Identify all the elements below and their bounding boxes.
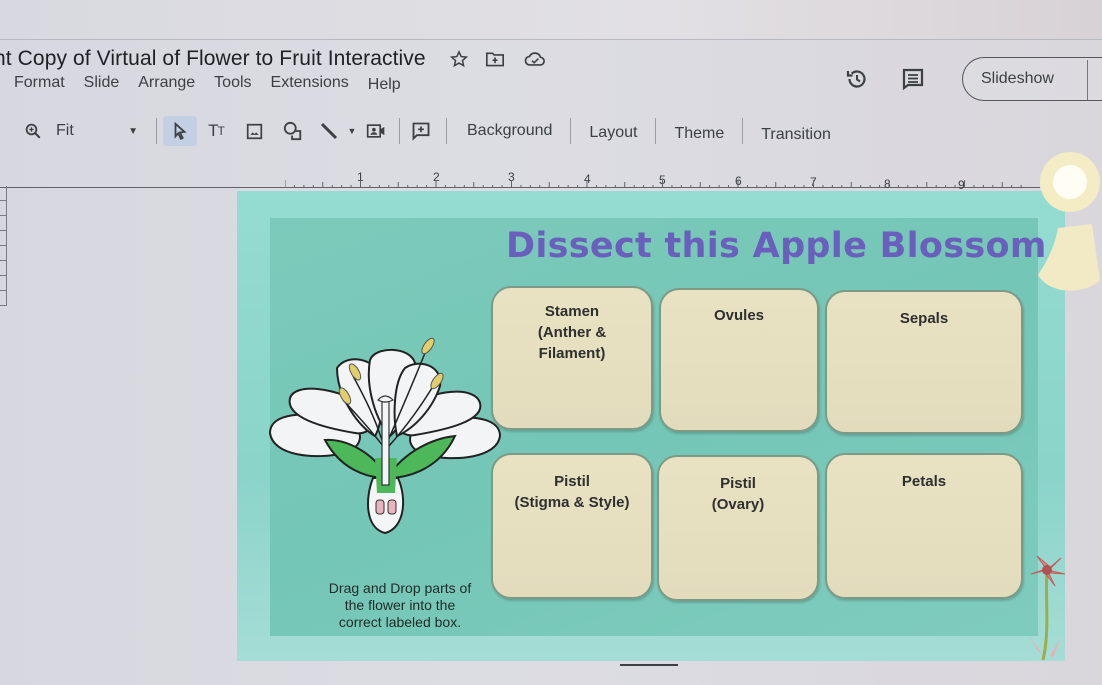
transition-button[interactable]: Transition: [749, 126, 843, 144]
decorative-flower-icon: [1029, 555, 1066, 661]
select-tool-icon[interactable]: [163, 116, 197, 146]
drop-box-sepals[interactable]: Sepals: [825, 290, 1023, 434]
theme-button[interactable]: Theme: [662, 125, 736, 143]
version-history-icon[interactable]: [844, 66, 870, 92]
box-label: (Anther &: [537, 324, 607, 341]
line-dropdown-icon[interactable]: ▼: [345, 116, 359, 146]
image-icon[interactable]: [235, 116, 273, 146]
box-label: Pistil: [720, 475, 756, 492]
chevron-down-icon: ▼: [128, 125, 138, 137]
box-label: Stamen: [544, 303, 600, 320]
slideshow-divider: [1087, 60, 1088, 100]
instructions-line: correct labeled box.: [338, 614, 462, 630]
menu-help[interactable]: Help: [359, 76, 411, 94]
box-label: Sepals: [899, 310, 949, 327]
toolbar-divider: [156, 118, 157, 144]
drop-box-stamen[interactable]: Stamen (Anther & Filament): [491, 286, 653, 430]
line-icon[interactable]: [313, 116, 345, 146]
slideshow-label: Slideshow: [981, 70, 1054, 87]
instructions-line: Drag and Drop parts of: [328, 580, 472, 596]
toolbar-divider: [742, 118, 744, 144]
move-to-folder-icon[interactable]: [484, 48, 506, 70]
slide-title[interactable]: Dissect this Apple Blossom: [506, 226, 1047, 266]
anther: [421, 337, 435, 355]
cloud-saved-icon[interactable]: [524, 48, 546, 70]
toolbar-divider: [570, 118, 572, 144]
header-right-controls: Slideshow: [844, 55, 1102, 103]
text-box-icon[interactable]: TT: [197, 116, 235, 146]
ruler-ticks: [285, 180, 1022, 188]
box-label: Filament): [538, 345, 606, 362]
layout-button[interactable]: Layout: [577, 124, 649, 142]
ovule: [387, 499, 397, 515]
menu-arrange[interactable]: Arrange: [129, 74, 205, 92]
box-label: Pistil: [554, 473, 590, 490]
drop-box-ovules[interactable]: Ovules: [659, 288, 819, 432]
zoom-icon[interactable]: [20, 116, 46, 146]
box-label: (Ovary): [711, 496, 765, 513]
zoom-select[interactable]: Fit ▼: [46, 116, 138, 146]
comments-icon[interactable]: [900, 66, 926, 92]
toolbar-divider: [399, 118, 400, 144]
browser-top-strip: [0, 0, 1102, 40]
lamp-reflection: [1038, 152, 1100, 291]
box-label: (Stigma & Style): [514, 494, 630, 511]
box-label: Petals: [901, 473, 947, 490]
video-icon[interactable]: [359, 116, 393, 146]
ovule: [375, 499, 385, 515]
menu-format[interactable]: Format: [14, 74, 75, 92]
zoom-value: Fit: [56, 122, 74, 139]
toolbar-divider: [655, 118, 657, 144]
star-icon[interactable]: [448, 48, 470, 70]
toolbar-divider: [446, 118, 447, 144]
background-button[interactable]: Background: [453, 122, 564, 140]
comment-add-icon[interactable]: [406, 116, 436, 146]
document-title[interactable]: nt Copy of Virtual of Flower to Fruit In…: [0, 47, 426, 71]
style: [381, 399, 390, 486]
vertical-ruler[interactable]: [0, 186, 7, 306]
instructions-line: the flower into the: [344, 597, 456, 613]
drop-box-pistil-stigma-style[interactable]: Pistil (Stigma & Style): [491, 453, 653, 599]
drop-box-petals[interactable]: Petals: [825, 453, 1023, 599]
box-label: Ovules: [713, 307, 765, 324]
apple-blossom-illustration[interactable]: [265, 328, 505, 543]
menu-slide[interactable]: Slide: [75, 74, 130, 92]
instructions-text: Drag and Drop parts of the flower into t…: [300, 580, 500, 631]
menu-bar: Format Slide Arrange Tools Extensions He…: [14, 70, 411, 96]
drop-box-pistil-ovary[interactable]: Pistil (Ovary): [657, 455, 819, 601]
bottom-divider: [620, 664, 678, 666]
toolbar: Fit ▼ TT ▼ Background Layout Theme Trans…: [0, 113, 1102, 149]
shape-icon[interactable]: [273, 116, 313, 146]
menu-tools[interactable]: Tools: [205, 74, 261, 92]
menu-extensions[interactable]: Extensions: [262, 74, 359, 92]
slideshow-button[interactable]: Slideshow: [962, 57, 1102, 101]
